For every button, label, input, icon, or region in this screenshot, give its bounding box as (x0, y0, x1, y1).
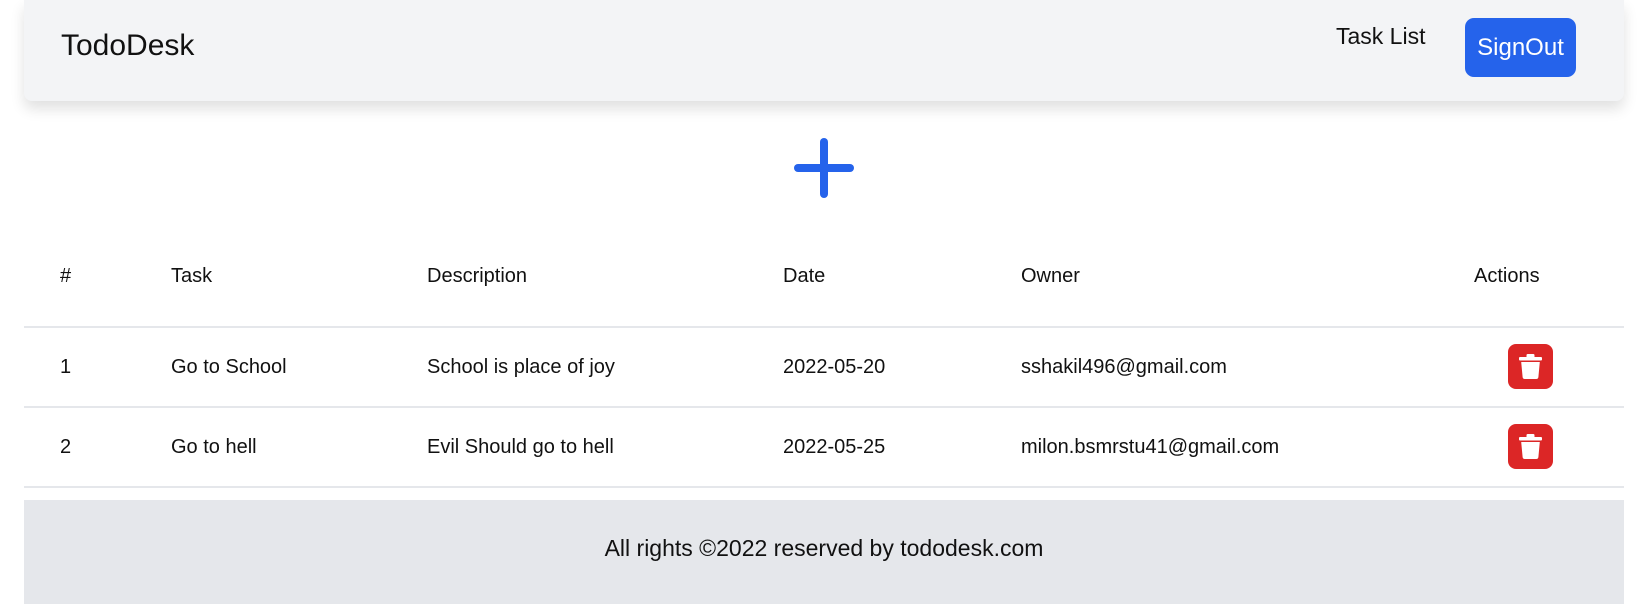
column-header-actions: Actions (1474, 265, 1540, 287)
footer: All rights ©2022 reserved by tododesk.co… (24, 500, 1624, 604)
delete-task-button[interactable] (1508, 424, 1553, 469)
brand-logo-text[interactable]: TodoDesk (61, 28, 194, 64)
table-row: 2 Go to hell Evil Should go to hell 2022… (24, 408, 1624, 488)
row-number: 2 (60, 436, 72, 458)
row-description: School is place of joy (427, 356, 615, 378)
column-header-description: Description (427, 265, 528, 287)
column-header-owner: Owner (1021, 265, 1080, 287)
signout-button[interactable]: SignOut (1465, 18, 1576, 77)
plus-icon (794, 138, 854, 198)
row-owner: milon.bsmrstu41@gmail.com (1021, 436, 1280, 458)
footer-copyright-text: All rights ©2022 reserved by tododesk.co… (604, 535, 1044, 561)
row-task: Go to School (171, 356, 287, 378)
row-task: Go to hell (171, 436, 257, 458)
row-number: 1 (60, 356, 72, 378)
navbar: TodoDesk Task List SignOut (24, 0, 1624, 101)
page: TodoDesk Task List SignOut # Task Descri… (0, 0, 1647, 604)
row-description: Evil Should go to hell (427, 436, 614, 458)
column-header-date: Date (783, 265, 826, 287)
task-table: # Task Description Date Owner Actions 1 … (24, 246, 1624, 488)
column-header-number: # (60, 265, 72, 287)
trash-icon (1519, 354, 1542, 379)
table-row: 1 Go to School School is place of joy 20… (24, 328, 1624, 408)
table-header-row: # Task Description Date Owner Actions (24, 246, 1624, 328)
trash-icon (1519, 434, 1542, 459)
column-header-task: Task (171, 265, 213, 287)
add-task-button[interactable] (792, 136, 856, 200)
row-date: 2022-05-25 (783, 436, 886, 458)
delete-task-button[interactable] (1508, 344, 1553, 389)
nav-link-task-list[interactable]: Task List (1336, 20, 1425, 52)
row-owner: sshakil496@gmail.com (1021, 356, 1227, 378)
row-date: 2022-05-20 (783, 356, 886, 378)
